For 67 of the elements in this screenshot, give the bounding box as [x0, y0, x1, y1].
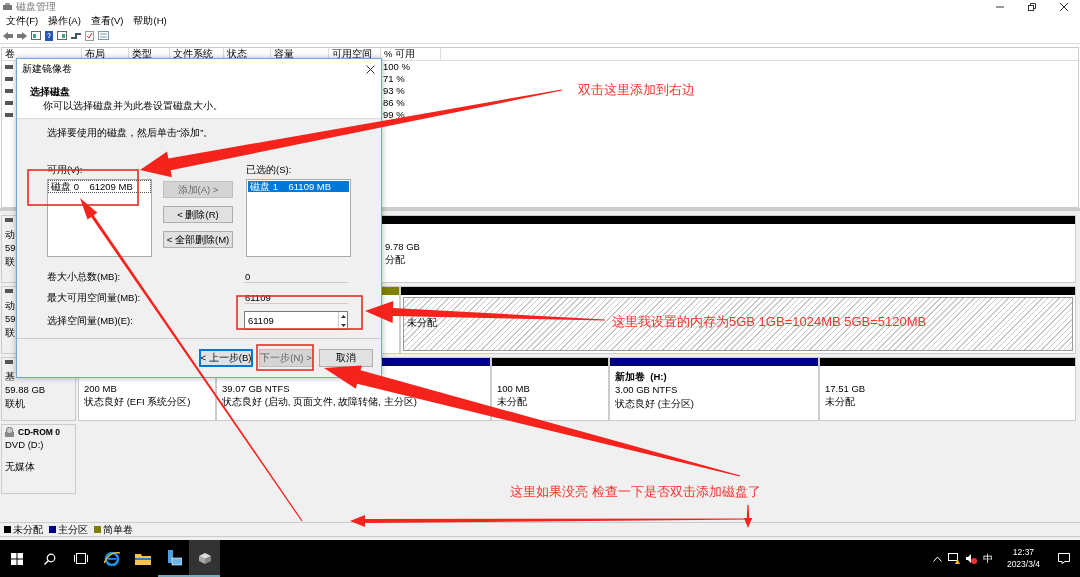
disk-info: 动 — [5, 300, 15, 312]
move-button[interactable]: < 全部删除(M) — [163, 231, 233, 249]
legend-label: 主分区 — [58, 523, 88, 536]
list-item[interactable]: 磁盘 0 61209 MB — [49, 180, 150, 192]
annotation-text: 双击这里添加到右边 — [578, 82, 695, 98]
partition[interactable]: 17.51 GB 未分配 — [819, 357, 1076, 421]
partition[interactable]: 9.78 GB 分配 — [379, 215, 1076, 283]
disk-info: 59.88 GB — [5, 384, 46, 396]
legend-label: 未分配 — [13, 523, 43, 536]
disk-list[interactable]: 磁盘 0 61209 MB — [47, 178, 152, 257]
disk-info: 动 — [5, 229, 15, 241]
dialog-heading: 选择磁盘 — [30, 86, 71, 98]
disk-info: 联 — [5, 255, 15, 268]
table-cell: 99 % — [383, 109, 405, 121]
partition-info: 未分配 — [825, 396, 855, 408]
table-cell: 71 % — [383, 73, 405, 85]
partition-info: 未分配 — [407, 317, 437, 329]
legend-label: 简单卷 — [103, 523, 133, 536]
menu-item[interactable]: 帮助(H) — [133, 15, 167, 27]
partition-info: 状态良好 (启动, 页面文件, 故障转储, 主分区) — [222, 396, 417, 408]
disk-info: DVD (D:) — [5, 439, 44, 451]
instruction-text: 选择要使用的磁盘，然后单击“添加”。 — [47, 127, 215, 139]
partition[interactable]: 新加卷 (H:) 3.00 GB NTFS 状态良好 (主分区) — [609, 357, 819, 421]
annotation-text: 这里我设置的内存为5GB 1GB=1024MB 5GB=5120MB — [612, 314, 927, 330]
field-label: 最大可用空间量(MB): — [47, 291, 142, 303]
table-cell: 93 % — [383, 85, 405, 97]
partition-info: 100 MB — [497, 383, 530, 395]
partition-info: 200 MB — [84, 383, 117, 395]
disk-info: 联机 — [5, 397, 25, 410]
volume-name: 新加卷 (H:) — [615, 371, 668, 383]
disk-info: 59 — [5, 242, 16, 254]
move-button[interactable]: < 删除(R) — [163, 206, 233, 224]
partition-info: 9.78 GB — [385, 241, 420, 253]
dialog-button[interactable]: 取消 — [319, 349, 373, 367]
readonly-field: 0 — [244, 269, 348, 283]
clock-time: 12:37 — [1012, 547, 1035, 559]
ime-indicator[interactable]: 中 — [982, 552, 993, 565]
disk-info: 无媒体 — [5, 460, 35, 472]
annotation-text: 这里如果没亮 检查一下是否双击添加磁盘了 — [510, 484, 761, 500]
menu-item[interactable]: 查看(V) — [90, 15, 124, 27]
dialog-subheading: 你可以选择磁盘并为此卷设置磁盘大小。 — [43, 100, 224, 112]
dialog-button[interactable]: < 上一步(B) — [199, 349, 253, 367]
partition-info: 17.51 GB — [825, 383, 866, 395]
partition-info: 39.07 GB NTFS — [222, 383, 290, 395]
menu-item[interactable]: 文件(F) — [6, 15, 39, 27]
partition-info: 状态良好 (主分区) — [615, 397, 694, 410]
disk-info: 基 — [5, 371, 15, 383]
dialog-title: 新建镜像卷 — [22, 63, 72, 75]
partition[interactable]: 100 MB 未分配 — [491, 357, 609, 421]
partition-info: 3.00 GB NTFS — [615, 384, 678, 396]
partition-info: 未分配 — [497, 396, 527, 408]
disk-list[interactable]: 磁盘 1 61109 MB — [246, 178, 351, 257]
disk-info: 联 — [5, 326, 15, 339]
table-cell: 86 % — [383, 97, 405, 109]
table-cell: 100 % — [383, 61, 410, 73]
partition-info: 状态良好 (EFI 系统分区) — [84, 396, 191, 408]
list-item[interactable]: 磁盘 1 61109 MB — [248, 180, 349, 192]
field-label: 卷大小总数(MB): — [47, 270, 122, 282]
partition-info: 分配 — [385, 254, 405, 266]
disk-title: CD-ROM 0 — [18, 427, 61, 438]
window-title: 磁盘管理 — [16, 1, 56, 13]
clock-date: 2023/3/4 — [1006, 558, 1040, 570]
list-label: 已选的(S): — [246, 164, 293, 176]
field-label: 选择空间量(MB)(E): — [47, 315, 134, 327]
disk-info: 59 — [5, 313, 16, 325]
menu-item[interactable]: 操作(A) — [48, 15, 81, 27]
field-value: 61109 — [248, 315, 274, 327]
